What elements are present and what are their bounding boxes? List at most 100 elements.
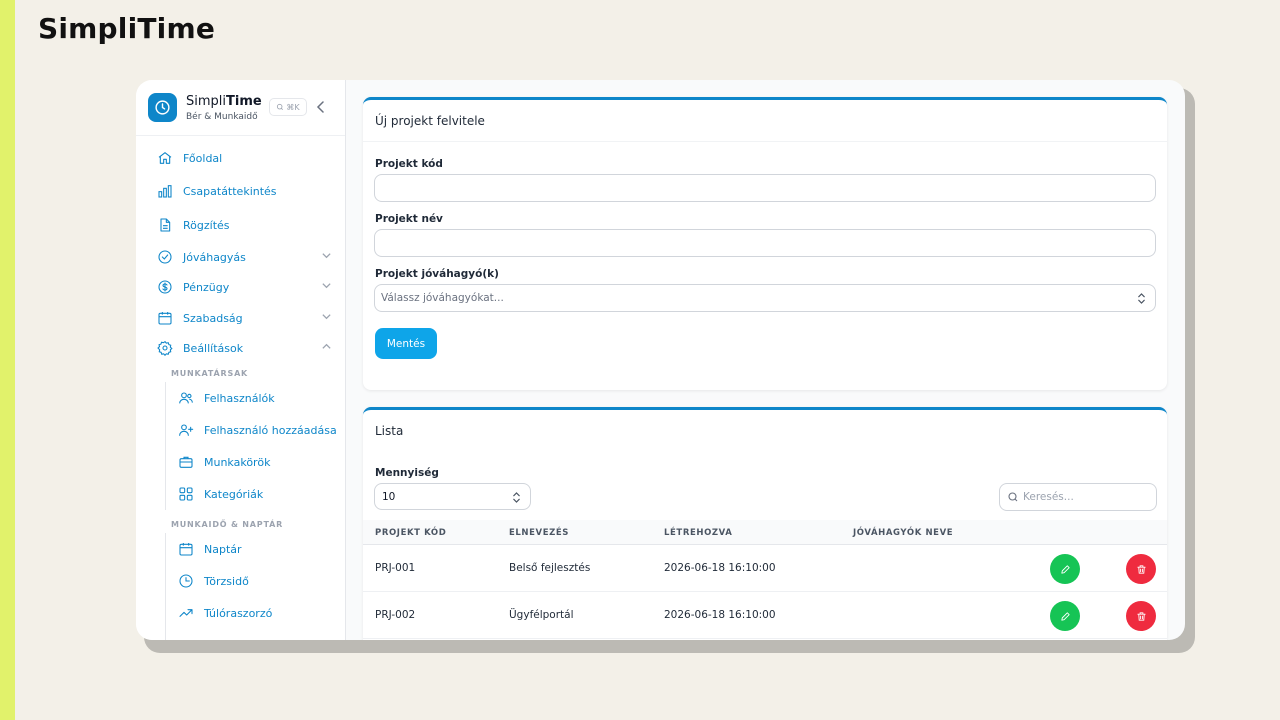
document-icon <box>156 216 174 234</box>
search-placeholder: Keresés... <box>1023 491 1074 503</box>
users-icon <box>177 389 195 407</box>
collapse-sidebar-button[interactable] <box>314 99 328 115</box>
brand-header: SimpliTime Bér & Munkaidő ⌘K <box>136 80 345 136</box>
trash-icon <box>1136 564 1146 574</box>
cell-code: PRJ-001 <box>375 562 416 574</box>
delete-button[interactable] <box>1126 601 1156 631</box>
delete-button[interactable] <box>1126 554 1156 584</box>
search-input[interactable]: Keresés... <box>999 483 1157 511</box>
cell-created: 2026-06-18 16:10:00 <box>664 609 776 621</box>
sidebar: SimpliTime Bér & Munkaidő ⌘K Főoldal Csa… <box>136 80 346 640</box>
project-approvers-select[interactable]: Válassz jóváhagyókat... <box>374 284 1156 312</box>
search-icon <box>277 103 284 110</box>
grid-icon <box>177 485 195 503</box>
submenu-divider-line <box>165 382 166 510</box>
chevron-down-icon <box>322 253 331 259</box>
check-circle-icon <box>156 248 174 266</box>
cell-name: Ügyfélportál <box>509 609 574 621</box>
edit-button[interactable] <box>1050 554 1080 584</box>
home-icon <box>156 149 174 167</box>
briefcase-icon <box>177 453 195 471</box>
nav-label: Főoldal <box>183 151 223 165</box>
pencil-icon <box>1060 611 1070 621</box>
gear-icon <box>156 339 174 357</box>
cell-name: Belső fejlesztés <box>509 562 591 574</box>
card-title: Új projekt felvitele <box>363 100 1167 142</box>
nav-item-szabadsag[interactable]: Szabadság <box>156 306 336 330</box>
chevron-up-icon <box>322 343 331 349</box>
table-row: PRJ-002 Ügyfélportál 2026-06-18 16:10:00 <box>363 592 1167 639</box>
sidebar-item-munkakorok[interactable]: Munkakörök <box>177 450 342 474</box>
trash-icon <box>1136 611 1146 621</box>
column-header-name[interactable]: ELNEVEZÉS <box>509 528 569 538</box>
nav-item-csapatattekintes[interactable]: Csapatáttekintés <box>156 179 336 203</box>
sidebar-item-label: Törzsidő <box>204 574 249 588</box>
project-approvers-label: Projekt jóváhagyó(k) <box>375 268 499 280</box>
chevron-down-icon <box>322 314 331 320</box>
table-row: PRJ-001 Belső fejlesztés 2026-06-18 16:1… <box>363 545 1167 592</box>
sidebar-item-torzsido[interactable]: Törzsidő <box>177 569 342 593</box>
nav-label: Jóváhagyás <box>183 250 246 264</box>
quantity-value: 10 <box>382 490 396 503</box>
project-name-label: Projekt név <box>375 213 443 225</box>
sidebar-item-tuloraszorzo[interactable]: Túlóraszorzó <box>177 601 342 625</box>
column-header-approvers[interactable]: JÓVÁHAGYÓK NEVE <box>853 528 953 538</box>
brand-name: SimpliTime <box>186 94 262 109</box>
left-accent-stripe <box>0 0 15 720</box>
column-header-code[interactable]: PROJEKT KÓD <box>375 528 446 538</box>
card-title: Lista <box>375 424 404 438</box>
clock-icon <box>177 572 195 590</box>
approvers-placeholder: Válassz jóváhagyókat... <box>381 292 504 304</box>
sidebar-item-label: Naptár <box>204 542 242 556</box>
column-header-created[interactable]: LÉTREHOZVA <box>664 528 732 538</box>
calendar-icon <box>156 309 174 327</box>
project-code-input[interactable] <box>374 174 1156 202</box>
nav-label: Pénzügy <box>183 280 230 294</box>
nav-item-penzugy[interactable]: Pénzügy <box>156 275 336 299</box>
nav-label: Csapatáttekintés <box>183 184 277 198</box>
nav-item-beallitasok[interactable]: Beállítások <box>156 336 336 360</box>
chevron-down-icon <box>322 283 331 289</box>
sidebar-item-felhasznalok[interactable]: Felhasználók <box>177 386 342 410</box>
nav-item-jovahagyas[interactable]: Jóváhagyás <box>156 245 336 269</box>
project-list-card: Lista Mennyiség 10 Keresés... PROJEKT KÓ… <box>363 407 1167 640</box>
calendar-icon <box>177 540 195 558</box>
shortcut-label: ⌘K <box>286 102 300 112</box>
quantity-label: Mennyiség <box>375 467 439 479</box>
submenu-divider-line <box>165 533 166 640</box>
bar-chart-icon <box>156 182 174 200</box>
search-icon <box>1008 492 1018 502</box>
project-name-input[interactable] <box>374 229 1156 257</box>
cell-created: 2026-06-18 16:10:00 <box>664 562 776 574</box>
section-label-munkatarsak: MUNKATÁRSAK <box>171 369 249 378</box>
sidebar-item-label: Munkakörök <box>204 455 271 469</box>
clock-logo-icon[interactable] <box>148 93 177 122</box>
table-header: PROJEKT KÓD ELNEVEZÉS LÉTREHOZVA JÓVÁHAG… <box>363 520 1167 545</box>
nav-item-rogzites[interactable]: Rögzítés <box>156 213 336 237</box>
sidebar-item-label: Túlóraszorzó <box>204 606 273 620</box>
save-button[interactable]: Mentés <box>375 328 437 359</box>
select-arrows-icon <box>1138 293 1145 304</box>
nav-item-fooldal[interactable]: Főoldal <box>156 146 336 170</box>
edit-button[interactable] <box>1050 601 1080 631</box>
sidebar-item-kategoriak[interactable]: Kategóriák <box>177 482 342 506</box>
sidebar-item-felhasznalo-hozzaadasa[interactable]: Felhasználó hozzáadása <box>177 418 342 442</box>
project-code-label: Projekt kód <box>375 158 443 170</box>
sidebar-item-label: Kategóriák <box>204 487 264 501</box>
new-project-card: Új projekt felvitele Projekt kód Projekt… <box>363 97 1167 390</box>
user-plus-icon <box>177 421 195 439</box>
nav-label: Szabadság <box>183 311 243 325</box>
section-label-munkaido-naptar: MUNKAIDŐ & NAPTÁR <box>171 520 284 529</box>
quantity-select[interactable]: 10 <box>374 483 531 510</box>
pencil-icon <box>1060 564 1070 574</box>
nav-label: Beállítások <box>183 341 244 355</box>
command-search-button[interactable]: ⌘K <box>269 98 307 116</box>
sidebar-item-naptar[interactable]: Naptár <box>177 537 342 561</box>
dollar-circle-icon <box>156 278 174 296</box>
app-window: SimpliTime Bér & Munkaidő ⌘K Főoldal Csa… <box>136 80 1185 640</box>
page-title: SimpliTime <box>38 12 216 45</box>
sidebar-item-label: Felhasználó hozzáadása <box>204 423 337 437</box>
nav-label: Rögzítés <box>183 218 230 232</box>
brand-subtitle: Bér & Munkaidő <box>186 112 258 122</box>
sidebar-item-label: Felhasználók <box>204 391 275 405</box>
